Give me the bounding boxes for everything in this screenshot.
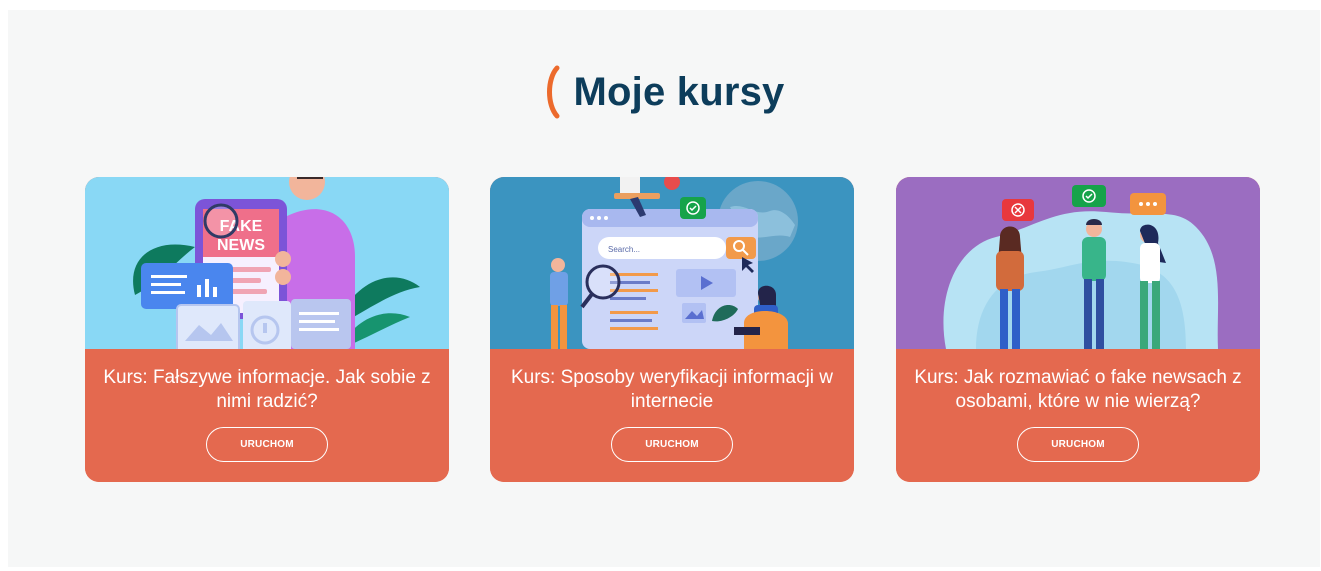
launch-course-button[interactable]: URUCHOM	[611, 427, 733, 462]
course-card-body: Kurs: Jak rozmawiać o fake newsach z oso…	[896, 349, 1260, 482]
course-image-discussion	[896, 177, 1260, 349]
course-card-body: Kurs: Sposoby weryfikacji informacji w i…	[490, 349, 854, 482]
section-heading: Moje kursy	[8, 62, 1320, 122]
course-title: Kurs: Fałszywe informacje. Jak sobie z n…	[103, 367, 431, 412]
bracket-accent-icon	[546, 65, 560, 119]
course-card[interactable]: Search... Kurs: Sposoby weryfikacji info…	[490, 177, 854, 482]
courses-section: Moje kursy FAKE NEWS Kurs: Fałszywe info…	[8, 10, 1320, 567]
course-card-list: FAKE NEWS Kurs: Fałszywe informacje. Jak…	[8, 177, 1320, 482]
illustration-search-text: Search...	[608, 245, 640, 254]
course-title: Kurs: Sposoby weryfikacji informacji w i…	[510, 367, 834, 412]
course-image-web-search: Search...	[490, 177, 854, 349]
page-title: Moje kursy	[573, 69, 785, 114]
course-title: Kurs: Jak rozmawiać o fake newsach z oso…	[914, 367, 1242, 412]
tablet-news-text: NEWS	[217, 237, 265, 254]
launch-course-button[interactable]: URUCHOM	[206, 427, 328, 462]
course-card[interactable]: Kurs: Jak rozmawiać o fake newsach z oso…	[896, 177, 1260, 482]
course-image-fake-news: FAKE NEWS	[85, 177, 449, 349]
launch-course-button[interactable]: URUCHOM	[1017, 427, 1139, 462]
course-card[interactable]: FAKE NEWS Kurs: Fałszywe informacje. Jak…	[85, 177, 449, 482]
course-card-body: Kurs: Fałszywe informacje. Jak sobie z n…	[85, 349, 449, 482]
